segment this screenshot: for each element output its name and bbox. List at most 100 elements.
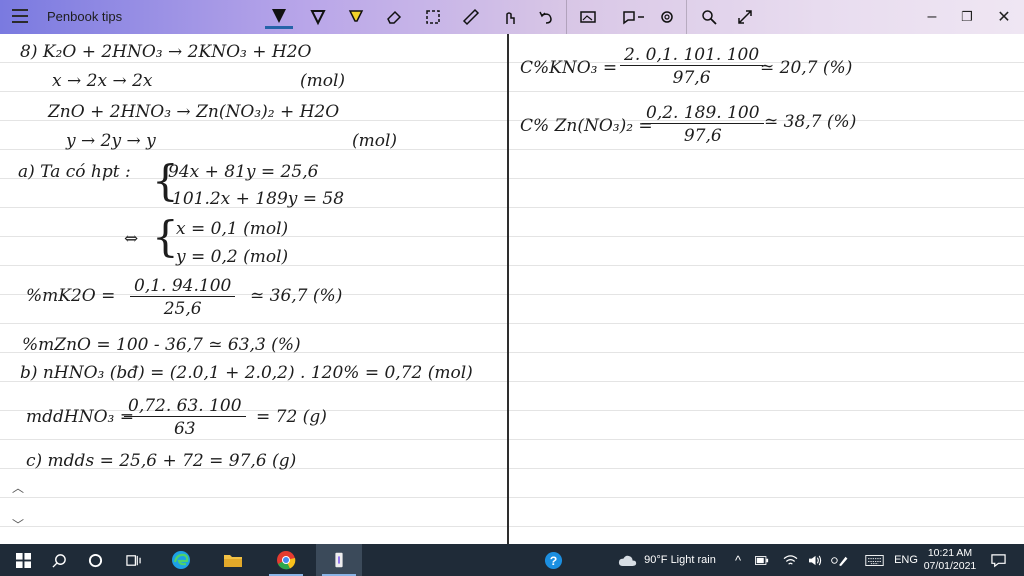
fraction-numerator: 0,1. 94.100 <box>130 276 236 297</box>
fraction-denominator: 97,6 <box>672 68 711 88</box>
ruler-tool[interactable] <box>457 5 485 29</box>
note-line: C% Zn(NO₃)₂ = <box>520 116 653 136</box>
note-line: b) nHNO₃ (bđ) = (2.0,1 + 2.0,2) . 120% =… <box>20 363 473 383</box>
notification-icon <box>990 553 1006 567</box>
note-line: ≃ 38,7 (%) <box>764 112 857 132</box>
fraction: 0,2. 189. 100 97,6 <box>642 103 764 146</box>
note-line: C%KNO₃ = <box>520 58 618 78</box>
note-line: a) Ta có hpt : <box>18 162 131 182</box>
close-icon: ✕ <box>997 9 1011 26</box>
penbook-taskbar-button[interactable] <box>316 544 362 576</box>
minimize-button[interactable]: – <box>917 6 947 28</box>
search-button[interactable] <box>695 5 723 29</box>
note-line: ≃ 20,7 (%) <box>760 58 853 78</box>
expand-button[interactable] <box>731 5 759 29</box>
chrome-icon <box>277 551 296 570</box>
note-line: (mol) <box>352 131 398 151</box>
note-line: c) mdds = 25,6 + 72 = 97,6 (g) <box>26 451 297 471</box>
image-icon <box>580 11 596 23</box>
cortana-icon <box>88 553 102 567</box>
lasso-select-icon <box>426 10 440 24</box>
touch-keyboard-icon[interactable] <box>862 544 886 576</box>
task-view-button[interactable] <box>110 544 156 576</box>
app-title: Penbook tips <box>47 9 123 24</box>
highlighter-icon <box>348 10 364 22</box>
lasso-select-tool[interactable] <box>419 5 447 29</box>
note-line: ≃ 36,7 (%) <box>250 286 343 306</box>
toolbar-separator <box>686 0 687 34</box>
note-line: = 72 (g) <box>256 407 327 427</box>
file-explorer-taskbar-button[interactable] <box>210 544 256 576</box>
expand-icon <box>738 10 752 24</box>
note-line: %mK2O = <box>26 286 116 306</box>
help-button[interactable]: ? <box>540 544 566 576</box>
edge-taskbar-button[interactable] <box>158 544 204 576</box>
note-line: mddHNO₃ = <box>26 407 134 427</box>
eraser-tool[interactable] <box>380 5 408 29</box>
fraction-numerator: 2. 0,1. 101. 100 <box>620 45 764 66</box>
fraction: 2. 0,1. 101. 100 97,6 <box>620 45 764 88</box>
battery-icon[interactable] <box>752 544 772 576</box>
note-line: 101.2x + 189y = 58 <box>172 189 345 209</box>
clock-date: 07/01/2021 <box>923 560 977 572</box>
shapes-button[interactable] <box>616 5 652 29</box>
fraction-denominator: 63 <box>173 419 196 439</box>
maximize-icon: ❐ <box>961 9 973 24</box>
windows-logo-icon <box>15 552 31 568</box>
weather-icon <box>616 544 640 576</box>
pen-workspace-icon[interactable] <box>828 544 852 576</box>
page-divider <box>507 34 509 544</box>
minimize-icon: – <box>927 8 937 25</box>
note-line: %mZnO = 100 - 36,7 ≃ 63,3 (%) <box>22 335 301 355</box>
shapes-icon <box>623 11 644 25</box>
eraser-icon <box>387 10 402 24</box>
help-icon: ? <box>544 551 562 569</box>
add-image-button[interactable] <box>574 5 602 29</box>
toolbar-separator <box>566 0 567 34</box>
fraction: 0,1. 94.100 25,6 <box>130 276 236 319</box>
taskbar: ? 90°F Light rain ^ ENG 10:21 AM 07/01/2… <box>0 544 1024 576</box>
note-line: x → 2x → 2x <box>52 71 153 91</box>
touch-writing-icon <box>506 12 515 24</box>
chevron-down-icon: ﹀ <box>11 517 24 532</box>
note-line: x = 0,1 (mol) <box>176 219 289 239</box>
ballpoint-pen-tool[interactable] <box>265 5 293 29</box>
penbook-icon <box>335 552 343 568</box>
note-line: 8) K₂O + 2HNO₃ → 2KNO₃ + H2O <box>20 42 312 62</box>
gear-icon <box>661 11 673 23</box>
note-line: (mol) <box>300 71 346 91</box>
title-bar: Penbook tips – ❐ ✕ <box>0 0 1024 34</box>
page-down-button[interactable]: ﹀ <box>10 516 26 532</box>
task-view-icon <box>125 554 141 566</box>
maximize-button[interactable]: ❐ <box>952 6 982 28</box>
clock-time: 10:21 AM <box>927 547 973 559</box>
page-up-button[interactable]: ︿ <box>10 479 26 495</box>
note-line: y = 0,2 (mol) <box>176 247 289 267</box>
pencil-tool[interactable] <box>304 5 332 29</box>
chrome-taskbar-button[interactable] <box>263 544 309 576</box>
touch-writing-tool[interactable] <box>495 5 523 29</box>
volume-icon[interactable] <box>805 544 825 576</box>
note-line: ZnO + 2HNO₃ → Zn(NO₃)₂ + H2O <box>48 102 340 122</box>
fraction-denominator: 97,6 <box>683 126 722 146</box>
fraction-denominator: 25,6 <box>163 299 202 319</box>
folder-icon <box>224 555 242 567</box>
settings-button[interactable] <box>653 5 681 29</box>
weather-text[interactable]: 90°F Light rain <box>640 544 720 576</box>
undo-icon <box>539 11 552 24</box>
brace-symbol: { <box>152 212 179 261</box>
wifi-icon[interactable] <box>780 544 800 576</box>
search-icon <box>51 553 66 568</box>
chevron-up-icon[interactable]: ^ <box>730 544 746 576</box>
hamburger-menu-icon[interactable] <box>12 9 28 23</box>
search-icon <box>702 10 717 25</box>
fraction: 0,72. 63. 100 63 <box>124 396 246 439</box>
notifications-button[interactable] <box>986 544 1010 576</box>
ruler-icon <box>462 8 480 26</box>
edge-icon <box>172 551 190 569</box>
highlighter-tool[interactable] <box>342 5 370 29</box>
undo-button[interactable] <box>532 5 560 29</box>
note-line: 94x + 81y = 25,6 <box>168 162 319 182</box>
clock[interactable]: 10:21 AM 07/01/2021 <box>916 547 984 573</box>
close-button[interactable]: ✕ <box>989 6 1019 28</box>
